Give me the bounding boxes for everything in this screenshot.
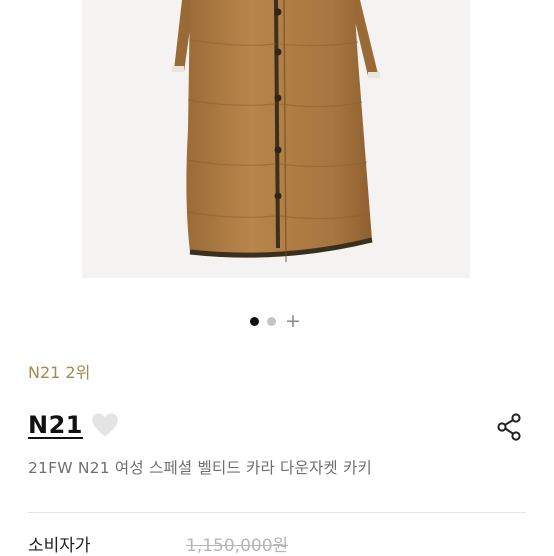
share-icon	[497, 413, 521, 441]
brand-name-link[interactable]: N21	[28, 411, 83, 439]
share-button[interactable]	[494, 412, 524, 442]
heart-icon	[92, 413, 118, 437]
retail-price-value: 1,150,000원	[186, 536, 289, 556]
retail-price-label: 소비자가	[28, 536, 91, 556]
brand-row: N21	[28, 410, 121, 440]
coat-product-image	[172, 0, 380, 263]
brand-ranking[interactable]: N21 2위	[28, 359, 90, 383]
wishlist-button[interactable]	[89, 410, 121, 440]
plus-icon[interactable]: +	[285, 312, 301, 331]
product-image-gallery[interactable]	[82, 0, 470, 278]
divider	[28, 512, 526, 513]
product-name: 21FW N21 여성 스페셜 벨티드 카라 다운자켓 카키	[28, 459, 372, 477]
gallery-pagination: +	[250, 312, 301, 331]
pagination-dot-active[interactable]	[250, 316, 259, 326]
pagination-dot[interactable]	[267, 316, 276, 326]
